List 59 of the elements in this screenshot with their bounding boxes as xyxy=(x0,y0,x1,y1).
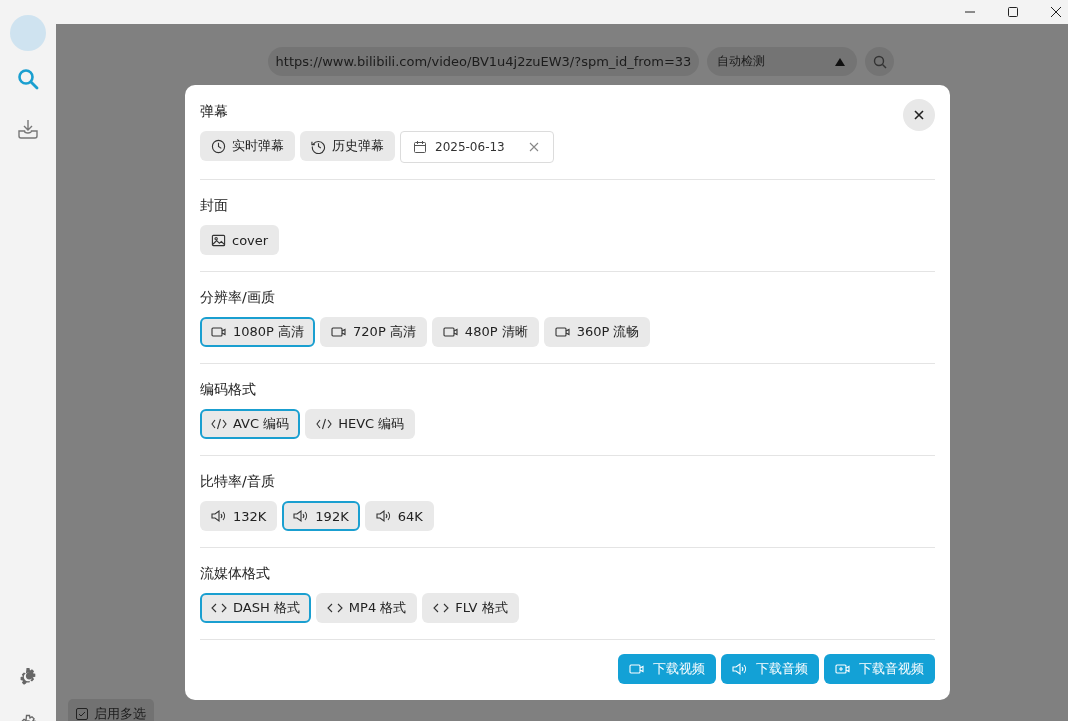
option-chip[interactable]: cover xyxy=(200,225,280,255)
caret-icon xyxy=(835,57,846,66)
option-chip[interactable]: FLV 格式 xyxy=(422,593,519,623)
angle-brackets-icon xyxy=(211,601,227,615)
section-title: 编码格式 xyxy=(200,380,256,399)
option-chip[interactable]: 132K xyxy=(200,501,278,531)
speaker-icon xyxy=(211,509,227,523)
calendar-icon xyxy=(413,140,427,154)
image-icon xyxy=(211,232,226,248)
option-chip[interactable]: AVC 编码 xyxy=(200,409,301,439)
gear-moon-icon xyxy=(18,667,38,687)
option-chip[interactable]: 192K xyxy=(282,501,360,531)
close-icon[interactable] xyxy=(1050,6,1062,18)
multi-select-label: 启用多选 xyxy=(94,705,146,721)
search-icon xyxy=(872,54,887,69)
code-icon xyxy=(316,417,333,431)
code-icon xyxy=(211,417,227,431)
video-plus-icon xyxy=(835,662,851,676)
check-icon xyxy=(78,710,86,718)
option-chip[interactable]: HEVC 编码 xyxy=(305,409,416,439)
speaker-icon xyxy=(375,509,392,523)
close-icon xyxy=(914,110,924,120)
option-chip[interactable]: 实时弹幕 xyxy=(200,131,295,161)
multi-select-toggle[interactable]: 启用多选 xyxy=(68,699,154,721)
checkbox[interactable] xyxy=(76,708,88,720)
video-camera-icon xyxy=(629,662,645,676)
search-button[interactable] xyxy=(865,47,895,76)
mode-dropdown[interactable]: 自动检测 xyxy=(707,47,858,76)
option-chip[interactable]: 1080P 高清 xyxy=(200,317,316,347)
option-chip[interactable]: 历史弹幕 xyxy=(300,131,395,161)
clock-icon xyxy=(211,138,226,154)
section-title: 封面 xyxy=(200,196,228,215)
video-camera-icon xyxy=(442,325,459,339)
option-chip[interactable]: MP4 格式 xyxy=(315,593,418,623)
download-icon xyxy=(17,118,39,140)
history-icon xyxy=(311,138,326,154)
speaker-icon xyxy=(732,662,748,676)
angle-brackets-icon xyxy=(326,601,343,615)
option-chip[interactable]: 720P 高清 xyxy=(320,317,427,347)
maximize-icon[interactable] xyxy=(1007,6,1019,18)
date-value: 2025-06-13 xyxy=(435,140,505,154)
section-title: 流媒体格式 xyxy=(200,564,270,583)
search-icon xyxy=(17,68,39,90)
option-chip[interactable]: 480P 清晰 xyxy=(431,317,539,347)
url-input-field[interactable]: https://www.bilibili.com/video/BV1u4j2zuEW3/?spm_id_from=33 xyxy=(267,47,700,76)
option-chip[interactable]: 360P 流畅 xyxy=(543,317,651,347)
video-camera-icon xyxy=(554,325,571,339)
option-chip[interactable]: 64K xyxy=(364,501,434,531)
option-chip[interactable]: DASH 格式 xyxy=(200,593,311,623)
speaker-icon xyxy=(293,509,310,523)
clear-icon[interactable] xyxy=(528,142,539,152)
close-button[interactable] xyxy=(903,99,935,131)
date-picker-field[interactable]: 2025-06-13 xyxy=(400,131,554,163)
angle-brackets-icon xyxy=(433,601,450,615)
video-camera-icon xyxy=(211,325,227,339)
video-camera-icon xyxy=(331,325,348,339)
section-title: 分辨率/画质 xyxy=(200,288,275,307)
section-title: 弹幕 xyxy=(200,102,228,121)
section-title: 比特率/音质 xyxy=(200,472,275,491)
